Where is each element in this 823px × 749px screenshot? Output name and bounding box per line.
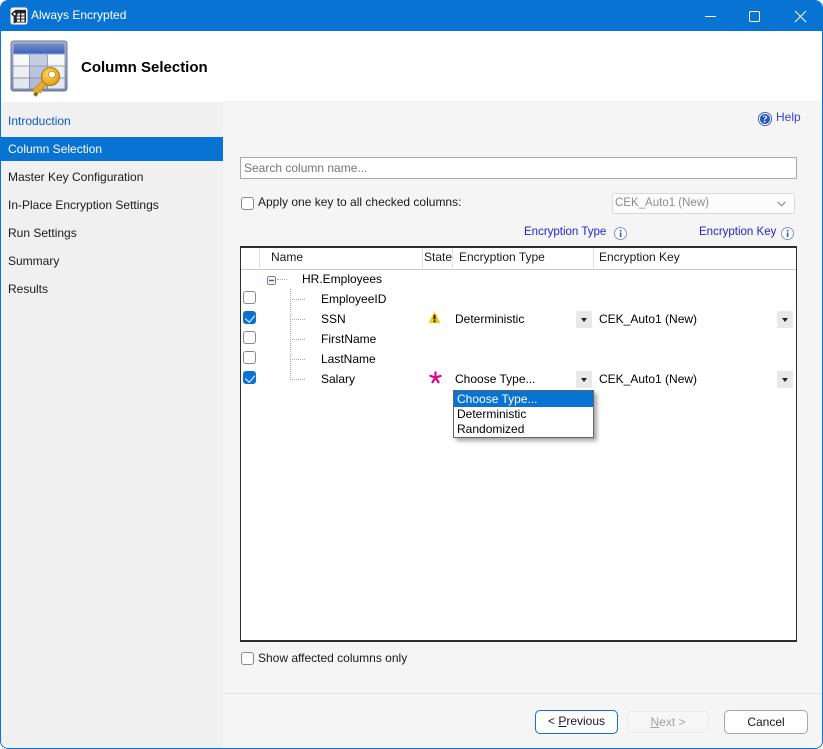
svg-text:?: ? [763,115,768,126]
